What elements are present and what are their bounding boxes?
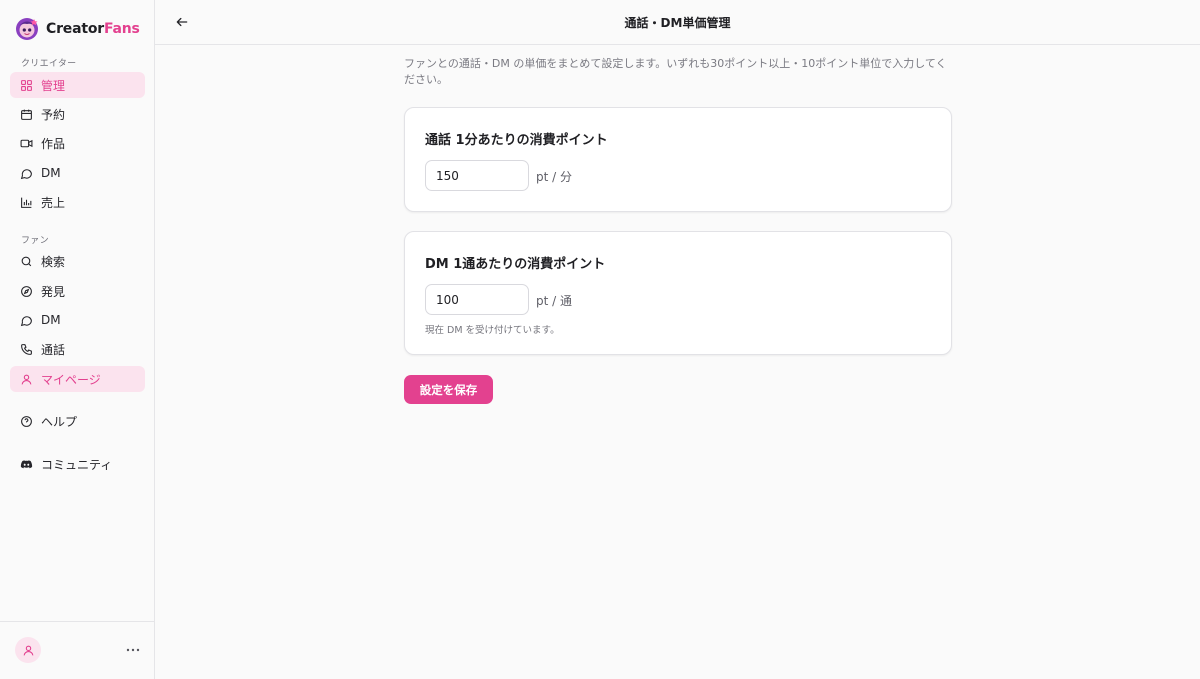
page-header: 通話・DM単価管理 <box>155 0 1200 45</box>
sidebar-item-label: 売上 <box>41 195 66 210</box>
sidebar-item-label: DM <box>41 313 61 327</box>
chat-icon <box>20 315 32 326</box>
sidebar-item-community[interactable]: コミュニティ <box>10 451 145 477</box>
avatar[interactable] <box>15 637 41 663</box>
sidebar-item-mypage[interactable]: マイページ <box>10 366 145 392</box>
sidebar-item-label: 発見 <box>41 284 66 299</box>
sidebar-item-call[interactable]: 通話 <box>10 336 145 362</box>
section-label-fan: ファン <box>21 236 49 246</box>
dm-status-note: 現在 DM を受け付けています。 <box>425 325 560 336</box>
search-icon <box>21 256 32 266</box>
discord-icon <box>20 459 33 468</box>
brand-name: CreatorFans <box>46 21 140 37</box>
sidebar-item-label: ヘルプ <box>41 414 78 429</box>
user-icon <box>23 645 33 655</box>
sidebar-item-help[interactable]: ヘルプ <box>10 408 145 434</box>
sidebar-item-label: 管理 <box>41 78 66 93</box>
video-icon <box>20 139 33 147</box>
calendar-icon <box>21 109 32 120</box>
sidebar-item-label: 通話 <box>41 342 66 357</box>
call-price-card: 通話 1分あたりの消費ポイント 150 pt / 分 <box>404 107 952 212</box>
sidebar-item-dm-fan[interactable]: DM <box>10 307 145 333</box>
sidebar-item-label: マイページ <box>41 372 101 387</box>
page-title: 通話・DM単価管理 <box>624 16 731 30</box>
phone-icon <box>21 343 32 355</box>
sidebar-item-booking[interactable]: 予約 <box>10 101 145 127</box>
sidebar-item-dm-creator[interactable]: DM <box>10 160 145 186</box>
dm-price-unit: pt / 通 <box>536 294 572 308</box>
brand-logo-icon <box>16 18 38 40</box>
grid-icon <box>21 79 32 91</box>
sidebar-item-sales[interactable]: 売上 <box>10 189 145 215</box>
sidebar: CreatorFans クリエイター 管理 予約 作品 DM 売上 ファン 検索… <box>0 0 155 679</box>
brand[interactable]: CreatorFans <box>14 16 140 42</box>
sidebar-item-label: DM <box>41 166 61 180</box>
sidebar-item-label: コミュニティ <box>41 457 113 472</box>
sidebar-item-discover[interactable]: 発見 <box>10 278 145 304</box>
sidebar-item-label: 検索 <box>41 254 66 269</box>
sidebar-item-search[interactable]: 検索 <box>10 248 145 274</box>
section-label-creator: クリエイター <box>21 59 77 69</box>
help-circle-icon <box>21 415 32 427</box>
sidebar-item-label: 予約 <box>41 107 66 122</box>
dm-price-card: DM 1通あたりの消費ポイント 100 pt / 通 現在 DM を受け付けてい… <box>404 231 952 355</box>
compass-icon <box>21 285 32 297</box>
bar-chart-icon <box>21 197 32 208</box>
sidebar-item-works[interactable]: 作品 <box>10 130 145 156</box>
sidebar-footer <box>0 621 154 679</box>
chat-icon <box>20 168 32 179</box>
sidebar-item-manage[interactable]: 管理 <box>10 72 145 98</box>
dm-price-input[interactable]: 100 <box>425 284 529 315</box>
intro-text: ファンとの通話・DM の単価をまとめて設定します。いずれも30ポイント以上・10… <box>404 57 947 86</box>
more-horizontal-icon[interactable] <box>124 644 142 656</box>
sidebar-item-label: 作品 <box>41 136 66 151</box>
call-price-title: 通話 1分あたりの消費ポイント <box>425 133 608 148</box>
save-button[interactable]: 設定を保存 <box>404 375 493 404</box>
call-price-input[interactable]: 150 <box>425 160 529 191</box>
user-icon <box>21 374 32 384</box>
dm-price-title: DM 1通あたりの消費ポイント <box>425 257 606 272</box>
call-price-unit: pt / 分 <box>536 170 572 184</box>
